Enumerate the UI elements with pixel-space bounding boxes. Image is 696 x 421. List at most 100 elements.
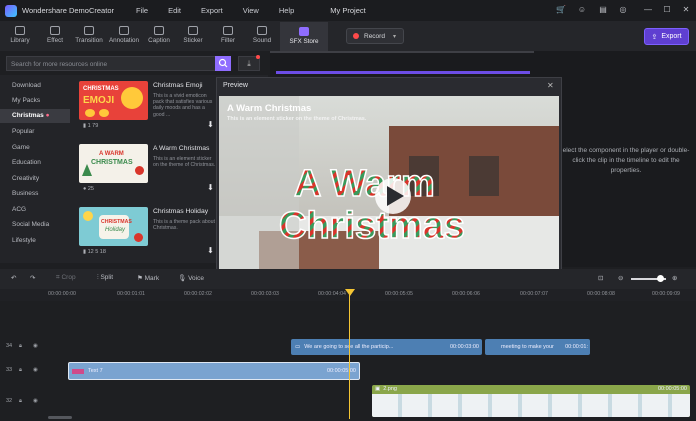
chevron-down-icon: ▾ — [392, 33, 396, 40]
pack-title: Christmas Emoji — [153, 82, 203, 89]
preview-scene: A Warm Christmas — [219, 96, 559, 287]
zoom-slider-handle[interactable] — [657, 275, 664, 282]
timeline-scrollbar[interactable] — [48, 416, 72, 419]
zoom-out-icon[interactable]: ⊖ — [618, 274, 623, 282]
text-clip[interactable]: Text 7 00:00:05:00 — [68, 362, 360, 380]
menu-edit[interactable]: Edit — [168, 6, 181, 15]
tab-sound[interactable]: Sound — [244, 21, 280, 51]
caption-clip[interactable]: meeting to make your 00:00:01: — [485, 339, 590, 355]
menu-view[interactable]: View — [243, 6, 259, 15]
image-clip[interactable]: ▣ 2.png 00:00:05:00 — [372, 385, 690, 417]
playhead-handle[interactable] — [345, 289, 355, 296]
effect-icon — [50, 26, 60, 35]
close-icon[interactable]: ✕ — [680, 4, 692, 16]
lock-icon[interactable]: 🔒︎ — [19, 343, 22, 350]
menu-help[interactable]: Help — [279, 6, 294, 15]
undo-icon[interactable]: ↶ — [11, 274, 16, 282]
sticker-icon — [188, 26, 198, 35]
caption-clip[interactable]: ▭ We are going to see all the particip..… — [291, 339, 482, 355]
category-social-media[interactable]: Social Media — [0, 218, 70, 232]
ruler-tick: 00:00:04:04 — [318, 291, 346, 297]
playhead[interactable] — [349, 289, 350, 419]
tab-annotation[interactable]: Annotation — [106, 21, 142, 51]
preview-dialog-title: Preview — [223, 82, 248, 89]
store-icon — [299, 27, 309, 36]
download-icon[interactable]: ⬇ — [206, 120, 215, 129]
library-icon — [15, 26, 25, 35]
export-label: Export — [661, 33, 682, 40]
download-icon: ⤓ — [247, 59, 251, 68]
category-creativity[interactable]: Creativity — [0, 172, 70, 186]
zoom-in-icon[interactable]: ⊕ — [672, 274, 677, 282]
art-text: A Warm — [294, 163, 435, 205]
lock-icon[interactable]: 🔒︎ — [19, 367, 22, 374]
export-button[interactable]: ⇪ Export — [644, 28, 689, 45]
category-acg[interactable]: ACG — [0, 203, 70, 217]
track-number: 33 — [6, 367, 13, 373]
category-education[interactable]: Education — [0, 156, 70, 170]
download-icon[interactable]: ⬇ — [206, 183, 215, 192]
thumb-text: CHRISTMAS — [83, 86, 119, 92]
pack-meta: ▮ 12 5 18 — [83, 249, 106, 255]
category-popular[interactable]: Popular — [0, 125, 70, 139]
annotation-icon — [119, 26, 129, 35]
app-name: Wondershare DemoCreator — [22, 6, 114, 15]
fit-icon[interactable]: ⊡ — [598, 274, 603, 282]
lock-icon[interactable]: 🔒︎ — [19, 398, 22, 405]
mark-icon: ⚑ — [137, 275, 145, 282]
fire-icon: ● — [45, 112, 50, 119]
search-button[interactable] — [215, 56, 231, 71]
split-button[interactable]: ⫶ Split — [97, 274, 113, 282]
tab-effect[interactable]: Effect — [37, 21, 73, 51]
minimize-icon[interactable]: — — [642, 4, 654, 16]
ornament-icon — [134, 233, 143, 242]
pack-card[interactable]: A WARM CHRISTMAS A Warm Christmas This i… — [79, 138, 217, 194]
pack-title: A Warm Christmas — [153, 145, 210, 152]
thumb-text: Holiday — [105, 227, 126, 233]
pack-meta: ▮ 1 79 — [83, 123, 99, 129]
tab-transition[interactable]: Transition — [71, 21, 107, 51]
ruler-tick: 00:00:00:00 — [48, 291, 76, 297]
category-game[interactable]: Game — [0, 141, 70, 155]
mark-button[interactable]: ⚑ Mark — [137, 274, 159, 282]
record-button[interactable]: Record ▾ — [346, 28, 404, 44]
download-icon[interactable]: ⬇ — [206, 246, 215, 255]
eye-icon[interactable]: ◉ — [33, 398, 38, 404]
eye-icon[interactable]: ◉ — [33, 343, 38, 349]
category-lifestyle[interactable]: Lifestyle — [0, 234, 70, 248]
pack-card[interactable]: CHRISTMAS Holiday Christmas Holiday This… — [79, 201, 217, 257]
category-business[interactable]: Business — [0, 187, 70, 201]
search-input[interactable] — [7, 57, 223, 72]
category-christmas[interactable]: Christmas ● — [0, 109, 70, 123]
thumb-text: A WARM — [99, 151, 124, 157]
tab-filter[interactable]: Filter — [210, 21, 246, 51]
tab-library[interactable]: Library — [2, 21, 38, 51]
category-my-packs[interactable]: My Packs — [0, 94, 70, 108]
record-label: Record — [364, 32, 385, 40]
cart-icon[interactable]: 🛒 — [555, 4, 567, 16]
account-icon[interactable]: ☺ — [576, 4, 588, 16]
menu-file[interactable]: File — [136, 6, 148, 15]
record-dot-icon — [353, 33, 359, 39]
pack-meta: ● 25 — [83, 186, 94, 192]
support-icon[interactable]: ◎ — [617, 4, 629, 16]
redo-icon[interactable]: ↷ — [30, 274, 35, 282]
notification-icon[interactable]: ▤ — [597, 4, 609, 16]
text-icon — [72, 368, 84, 374]
maximize-icon[interactable]: ☐ — [661, 4, 673, 16]
tab-caption[interactable]: Caption — [141, 21, 177, 51]
eye-icon[interactable]: ◉ — [33, 367, 38, 373]
timeline-toolbar: ↶ ↷ ⌗ Crop ⫶ Split ⚑ Mark 🎙 Voice ⊡ ⊖ ⊕ — [0, 269, 696, 289]
tab-sticker[interactable]: Sticker — [175, 21, 211, 51]
close-icon[interactable]: ✕ — [547, 81, 554, 90]
category-download[interactable]: Download — [0, 79, 70, 93]
menu-export[interactable]: Export — [201, 6, 223, 15]
pack-card[interactable]: CHRISTMAS EMOJI Christmas Emoji This is … — [79, 75, 217, 131]
tab-sfx-store[interactable]: SFX Store — [280, 22, 328, 51]
ruler-tick: 00:00:06:06 — [452, 291, 480, 297]
crop-button[interactable]: ⌗ Crop — [56, 274, 76, 282]
voice-button[interactable]: 🎙 Voice — [178, 274, 204, 282]
art-text: Christmas — [279, 205, 465, 247]
ornament-icon — [83, 211, 93, 221]
timeline-tracks: 34 🔒︎ ◉ 33 🔒︎ ◉ 32 🔒︎ ◉ ▭ We are going t… — [0, 301, 696, 421]
